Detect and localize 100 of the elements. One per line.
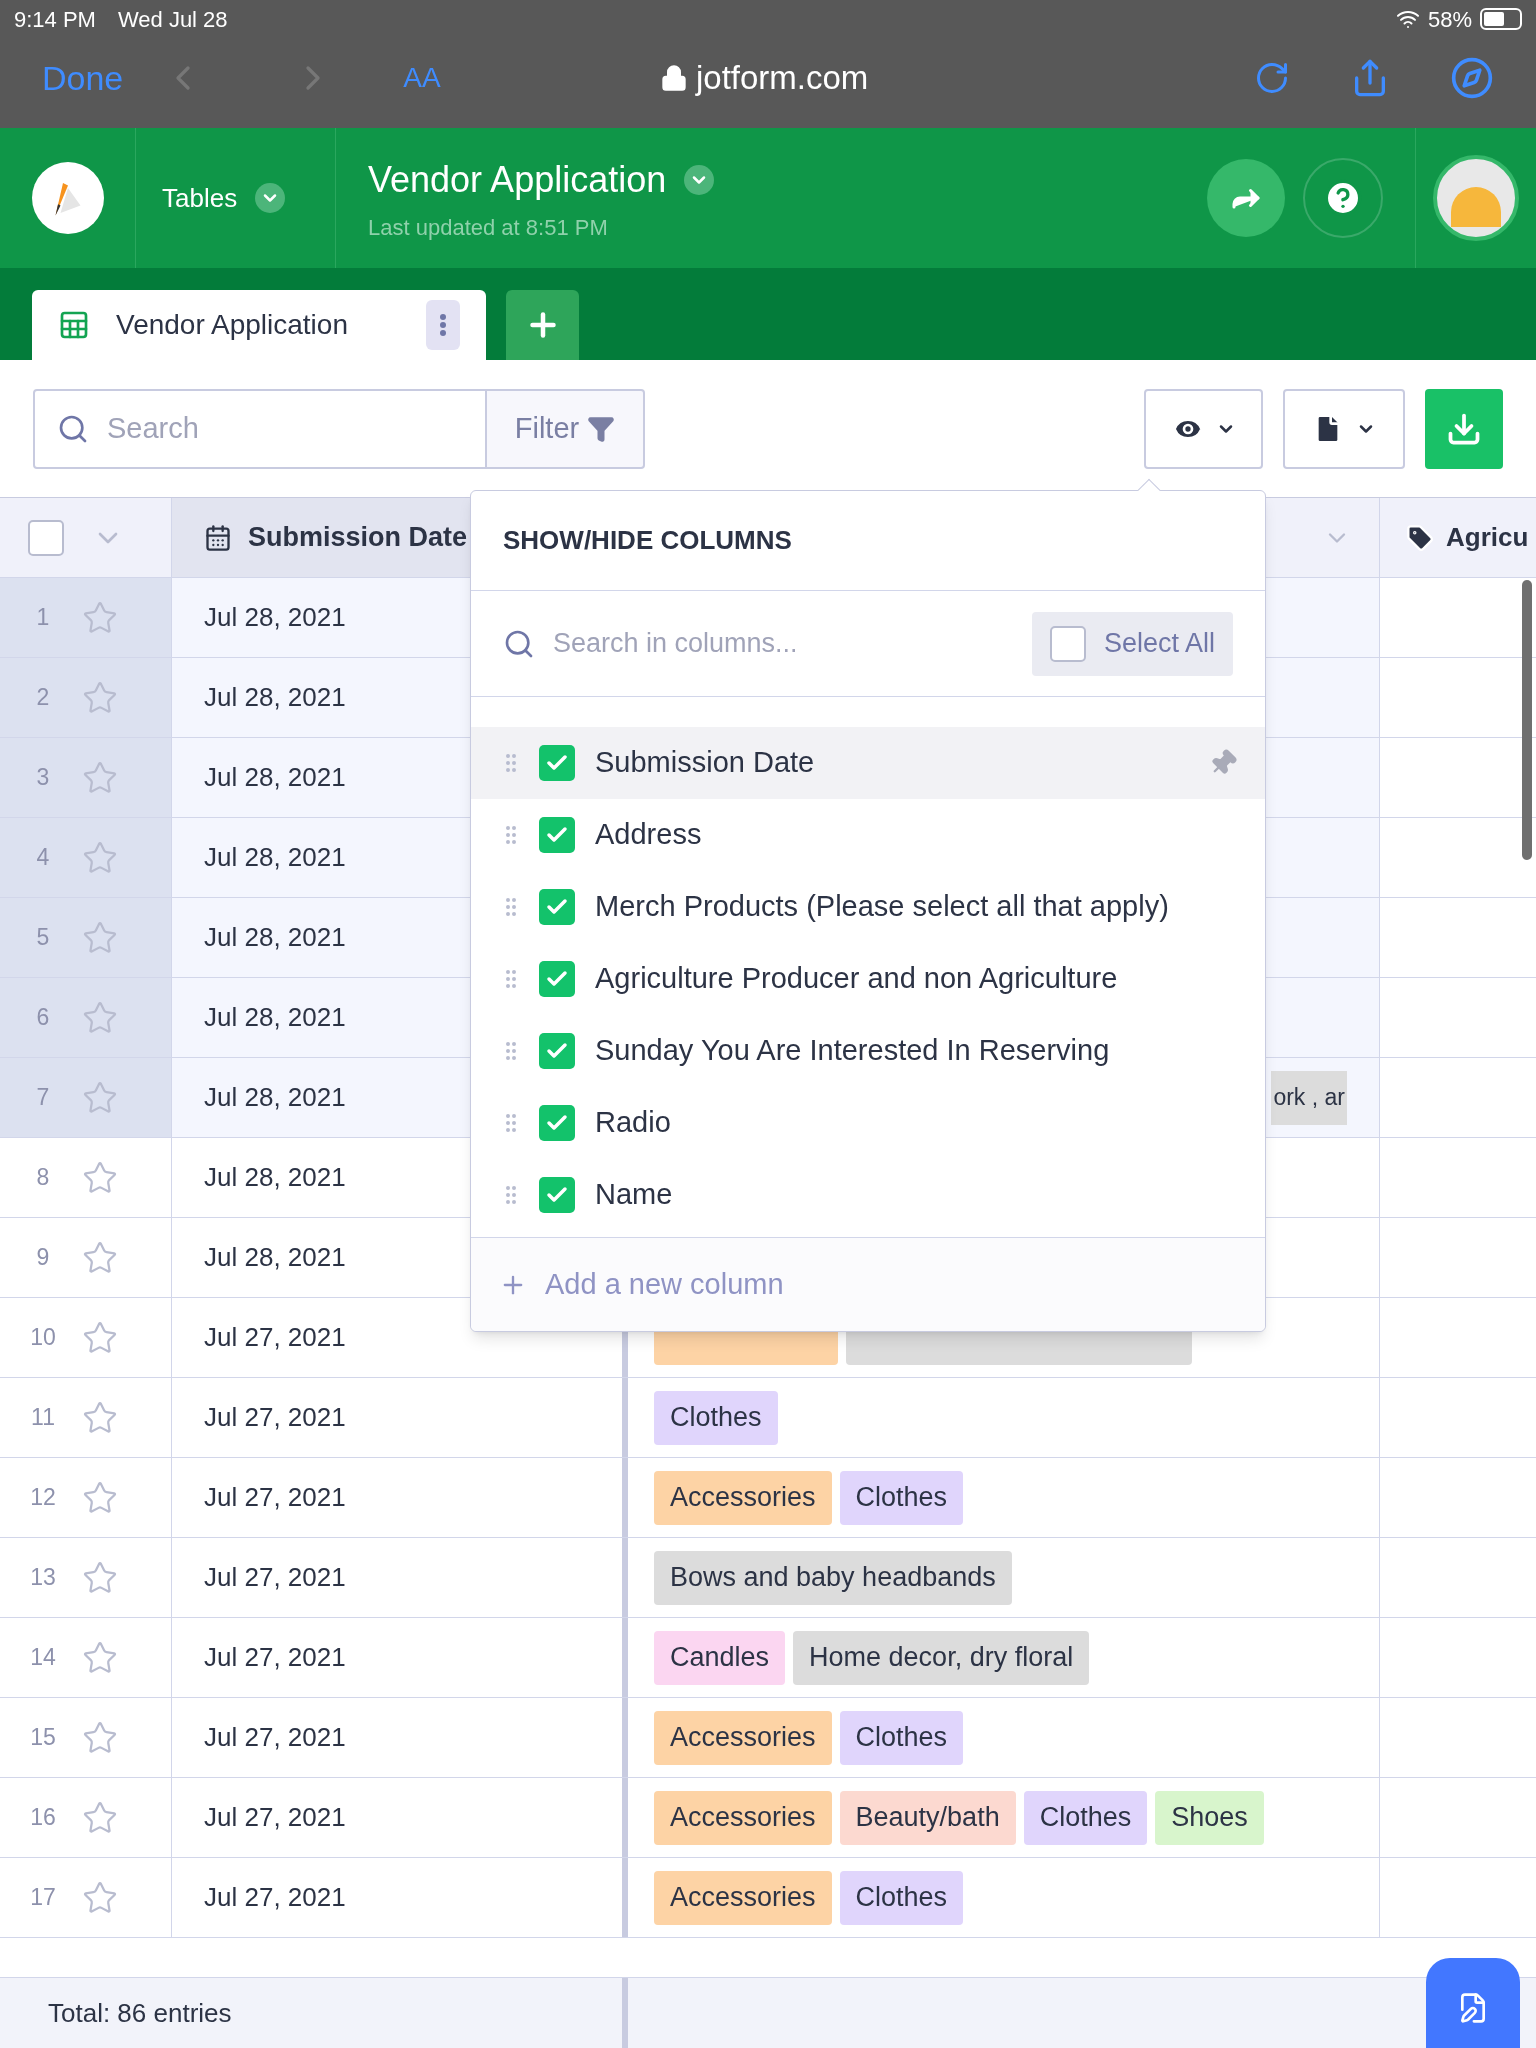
checkbox[interactable] [539,1033,575,1069]
star-icon[interactable] [82,1159,118,1196]
column-search-field[interactable]: Search in columns... [553,623,993,664]
search-field[interactable]: Search [33,388,487,469]
column-option[interactable]: Agriculture Producer and non Agriculture [471,943,1265,1015]
calendar-icon [204,523,232,552]
tag: Clothes [654,1390,778,1445]
star-icon[interactable] [82,1639,118,1676]
row-number: 13 [29,1563,57,1593]
date-text: Jul 27, 2021 [204,1481,346,1514]
row-number: 7 [35,1083,51,1113]
star-icon[interactable] [82,599,118,636]
column-option[interactable]: Address [471,799,1265,871]
tag: Home decor, dry floral [793,1630,1090,1685]
chevron-icon[interactable] [255,183,286,213]
date-text: Jul 27, 2021 [204,1321,346,1354]
more-icon [440,314,446,336]
date-text: Jul 27, 2021 [204,1561,346,1594]
help-button[interactable] [1303,158,1383,238]
checkbox[interactable] [539,961,575,997]
document-button[interactable] [1283,388,1405,469]
star-icon[interactable] [82,679,118,716]
more-button[interactable] [426,300,460,350]
row-number: 6 [35,1003,51,1033]
star-icon[interactable] [82,759,118,796]
edit-form-button[interactable] [1426,1958,1520,2048]
tag: Clothes [839,1470,964,1525]
date-text: Jul 28, 2021 [204,1241,346,1274]
scrollbar[interactable] [1522,580,1532,860]
chevron-icon[interactable] [684,164,715,195]
tag: Clothes [839,1870,964,1925]
column-option[interactable]: Sunday You Are Interested In Reserving [471,1015,1265,1087]
checkbox[interactable] [539,1177,575,1213]
star-icon[interactable] [82,1559,118,1596]
column-option[interactable]: Name [471,1159,1265,1231]
battery-level: 58% [1427,5,1472,34]
row-number: 4 [35,843,51,873]
star-icon[interactable] [82,1319,118,1356]
date-text: Jul 28, 2021 [204,1081,346,1114]
column-option[interactable]: Radio [471,1087,1265,1159]
tag: Beauty/bath [839,1790,1016,1845]
date-text: Jul 28, 2021 [204,761,346,794]
column-header[interactable]: Agricu [1380,498,1536,577]
date-text: Jul 27, 2021 [204,1721,346,1754]
filter-icon [587,414,616,443]
tag: Accessories [654,1710,832,1765]
tag: Accessories [654,1870,832,1925]
form-title[interactable]: Vendor Application [368,152,667,207]
row-number: 8 [35,1163,51,1193]
add-tab-button[interactable] [506,290,579,360]
date-text: Jul 27, 2021 [204,1401,346,1434]
checkbox[interactable] [28,519,64,556]
tag: ork , ar [1271,1070,1347,1125]
search-input[interactable]: Search [107,406,407,451]
column-title: Submission Date [248,521,468,555]
checkbox[interactable] [539,1105,575,1141]
column-option[interactable]: Submission Date [471,727,1265,799]
date-text: Jul 27, 2021 [204,1881,346,1914]
checkbox[interactable] [539,745,575,781]
compass-icon[interactable] [1450,56,1494,100]
tag: Candles [654,1630,786,1685]
url-text[interactable]: jotform.com [696,53,869,103]
checkbox[interactable] [539,889,575,925]
row-number: 11 [30,1403,56,1433]
reload-icon[interactable] [1254,60,1290,96]
checkbox[interactable] [1049,625,1086,662]
select-all-button[interactable]: Select All [1031,611,1233,676]
view-button[interactable] [1144,388,1263,469]
date-text: Jul 27, 2021 [204,1641,346,1674]
row-number: 10 [29,1323,57,1353]
total-entries: Total: 86 entries [48,1996,232,2030]
star-icon[interactable] [82,1399,118,1436]
star-icon[interactable] [82,1079,118,1116]
star-icon[interactable] [82,919,118,956]
tables-menu[interactable]: Tables [162,178,238,218]
date-text: Jul 28, 2021 [204,1161,346,1194]
date-text: Jul 27, 2021 [204,1801,346,1834]
row-number: 12 [29,1483,57,1513]
filter-button[interactable]: Filter [487,388,645,469]
table-tab[interactable]: Vendor Application [32,290,486,360]
date-text: Jul 28, 2021 [204,841,346,874]
checkbox[interactable] [539,817,575,853]
row-number: 9 [35,1243,51,1273]
status-time: 9:14 PM [14,5,96,34]
row-number: 2 [35,683,51,713]
star-icon[interactable] [82,1239,118,1276]
download-button[interactable] [1425,388,1503,469]
star-icon[interactable] [82,839,118,876]
star-icon[interactable] [82,1719,118,1756]
star-icon[interactable] [82,999,118,1036]
tag: Accessories [654,1470,832,1525]
star-icon[interactable] [82,1799,118,1836]
row-number: 16 [29,1803,57,1833]
column-option[interactable]: Merch Products (Please select all that apply) [471,871,1265,943]
star-icon[interactable] [82,1479,118,1516]
row-number: 1 [35,603,51,633]
star-icon[interactable] [82,1879,118,1916]
row-number: 17 [29,1883,57,1913]
row-number: 3 [35,763,51,793]
date-text: Jul 28, 2021 [204,681,346,714]
